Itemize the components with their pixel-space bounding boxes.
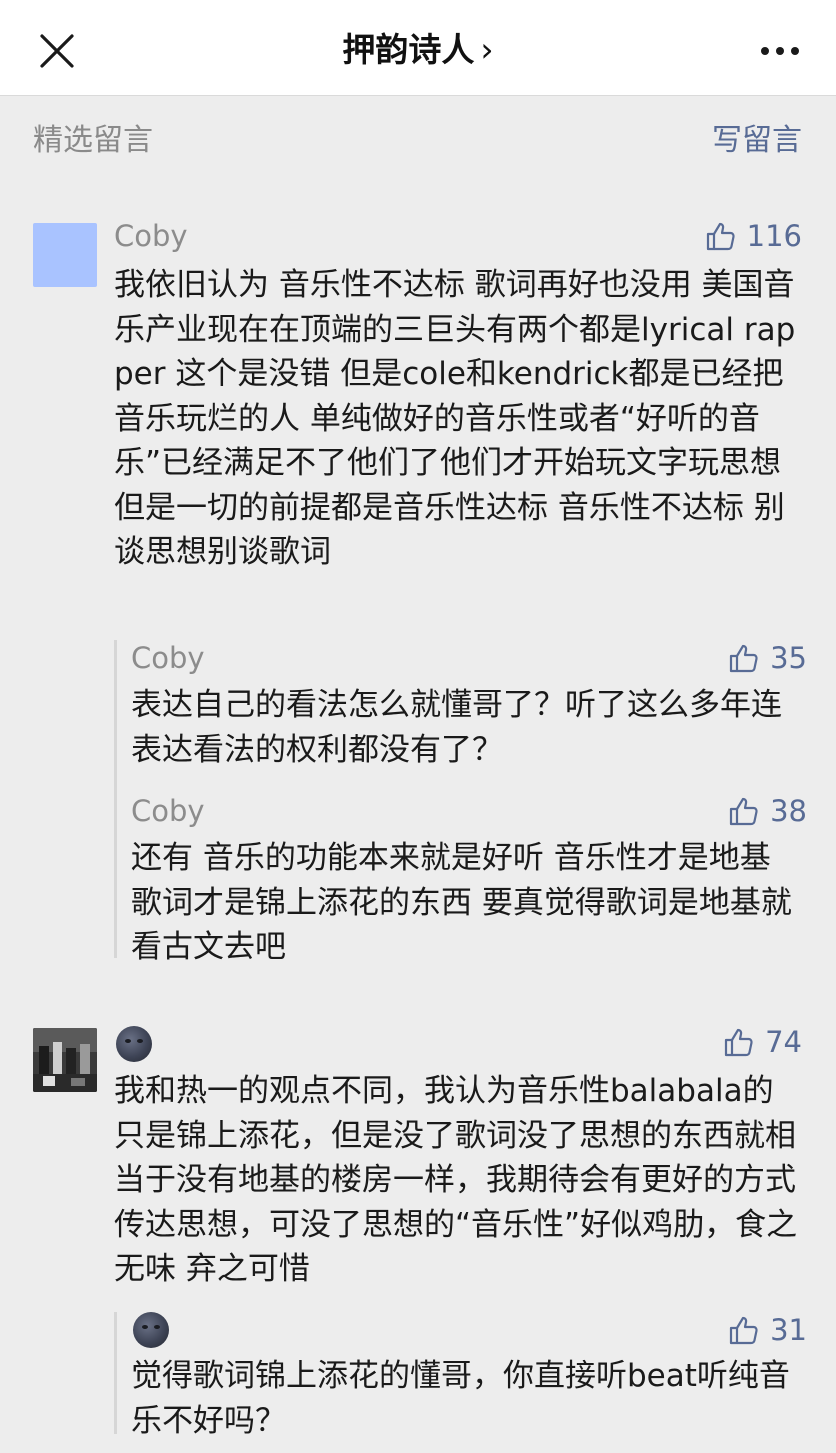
- avatar[interactable]: [33, 223, 97, 287]
- reply-thread: Coby 35 表达自己的看法怎么就懂哥了？听了这么多年连表达看法的权利都没有了…: [114, 640, 807, 965]
- reply-text: 表达自己的看法怎么就懂哥了？听了这么多年连表达看法的权利都没有了？: [131, 687, 782, 768]
- like-count: 38: [770, 794, 807, 828]
- like-button[interactable]: 35: [728, 640, 807, 676]
- thumbs-up-icon: [724, 1028, 753, 1057]
- reply-text: 还有 音乐的功能本来就是好听 音乐性才是地基 歌词才是锦上添花的东西 要真觉得歌…: [131, 840, 792, 965]
- comments-section-header: 精选留言 写留言: [0, 96, 836, 186]
- like-count: 74: [765, 1025, 802, 1059]
- comment-text: 我和热一的观点不同，我认为音乐性balabala的只是锦上添花，但是没了歌词没了…: [114, 1073, 798, 1287]
- moon-emoji-icon: [116, 1026, 152, 1062]
- section-title: 精选留言: [33, 123, 153, 158]
- replier-name: [133, 1312, 169, 1352]
- comment-text: 我依旧认为 音乐性不达标 歌词再好也没用 美国音乐产业现在在顶端的三巨头有两个都…: [114, 267, 796, 570]
- page-title: 押韵诗人: [342, 30, 475, 69]
- write-comment-button[interactable]: 写留言: [712, 122, 802, 160]
- more-icon[interactable]: [758, 40, 802, 62]
- like-button[interactable]: 31: [728, 1312, 807, 1348]
- chevron-right-icon: ›: [480, 30, 494, 69]
- top-nav-bar: 押韵诗人 ›: [0, 0, 836, 96]
- commenter-name: Coby: [114, 219, 188, 253]
- commenter-name: [116, 1026, 152, 1066]
- like-button[interactable]: 116: [705, 218, 802, 254]
- avatar[interactable]: [33, 1028, 97, 1092]
- thumbs-up-icon: [729, 1316, 758, 1345]
- comment-item: 74 我和热一的观点不同，我认为音乐性balabala的只是锦上添花，但是没了歌…: [0, 1024, 836, 1444]
- replier-name: Coby: [131, 641, 205, 675]
- like-button[interactable]: 38: [728, 793, 807, 829]
- reply-thread: 31 觉得歌词锦上添花的懂哥，你直接听beat听纯音乐不好吗？: [114, 1312, 807, 1439]
- like-count: 31: [770, 1313, 807, 1347]
- account-title-link[interactable]: 押韵诗人 ›: [0, 28, 836, 72]
- replier-name: Coby: [131, 794, 205, 828]
- like-count: 116: [746, 219, 802, 253]
- moon-emoji-icon: [133, 1312, 169, 1348]
- like-count: 35: [770, 641, 807, 675]
- reply-text: 觉得歌词锦上添花的懂哥，你直接听beat听纯音乐不好吗？: [131, 1358, 790, 1439]
- thumbs-up-icon: [729, 797, 758, 826]
- thumbs-up-icon: [729, 644, 758, 673]
- thumbs-up-icon: [706, 222, 735, 251]
- like-button[interactable]: 74: [723, 1024, 802, 1060]
- comment-item: Coby 116 我依旧认为 音乐性不达标 歌词再好也没用 美国音乐产业现在在顶…: [0, 218, 836, 980]
